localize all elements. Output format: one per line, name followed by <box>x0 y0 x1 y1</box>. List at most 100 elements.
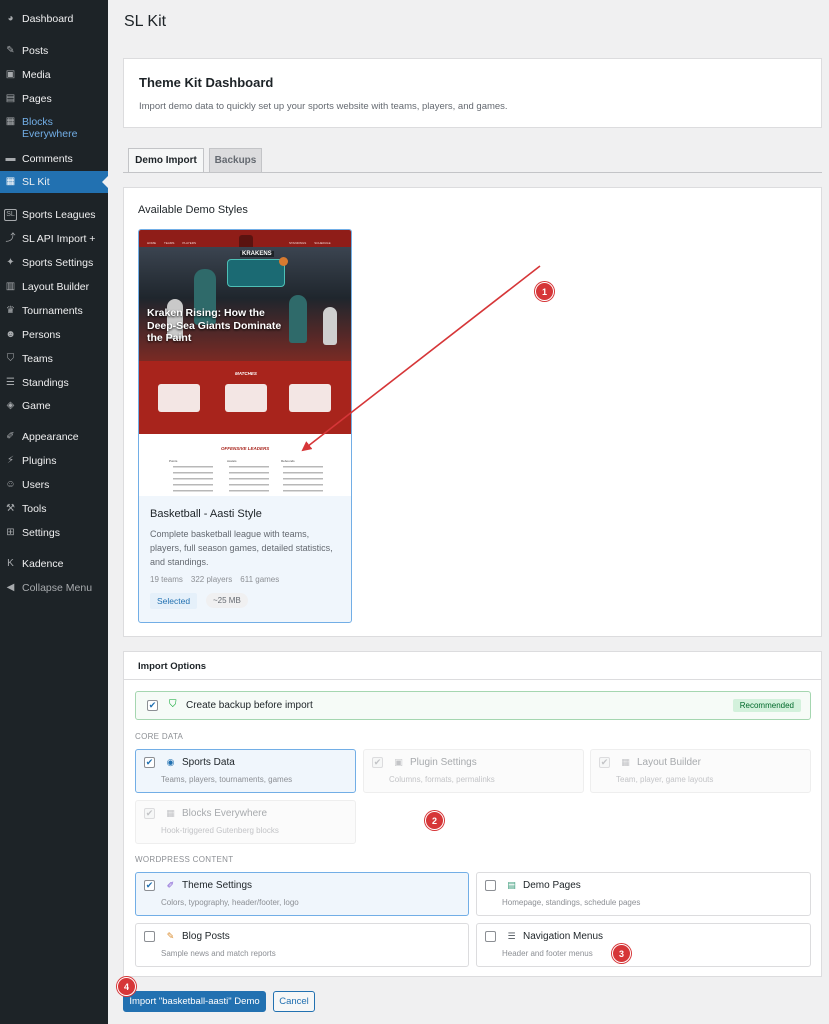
sidebar-item-settings[interactable]: ⊞ Settings <box>0 527 108 539</box>
preview-matches-label: MATCHES <box>235 371 257 376</box>
sidebar-item-label: Standings <box>22 377 69 389</box>
sidebar-item-teams[interactable]: ⛉ Teams <box>0 353 108 365</box>
plugin-icon: ⚡ <box>6 455 15 466</box>
blocks-everywhere-checkbox: ✔ <box>144 808 155 819</box>
blog-posts-desc: Sample news and match reports <box>161 949 276 958</box>
sidebar-item-users[interactable]: ☺ Users <box>0 479 108 491</box>
backup-checkbox[interactable]: ✔ <box>147 700 158 711</box>
sidebar-item-label: Kadence <box>22 558 64 570</box>
sidebar-item-label: Plugins <box>22 455 57 467</box>
backup-option[interactable]: ✔ ⛉ Create backup before import Recommen… <box>135 691 811 720</box>
demo-stat-teams: 19 teams <box>150 575 183 584</box>
preview-leaders-section: OFFENSIVE LEADERS Points Assists Rebound… <box>139 434 351 496</box>
pin-icon: ✎ <box>6 45 15 56</box>
sidebar-item-dashboard[interactable]: ◕ Dashboard <box>0 13 108 25</box>
tool-icon: ⚒ <box>6 503 15 514</box>
globe-icon: ◉ <box>166 757 175 767</box>
blog-posts-checkbox[interactable] <box>144 931 155 942</box>
admin-sidebar: ◕ Dashboard ✎ Posts ▣ Media ▤ Pages ▦ Blocks Ever… <box>0 0 108 1024</box>
demo-styles-card: Available Demo Styles HOME TEAMS PLAYERS… <box>123 187 822 637</box>
sidebar-item-label: Sports Settings <box>22 257 94 269</box>
preview-nav-item: STANDINGS <box>289 241 307 245</box>
pages-icon: ▤ <box>507 880 516 890</box>
sidebar-item-game[interactable]: ◈ Game <box>0 400 108 412</box>
size-badge: ~25 MB <box>206 593 248 608</box>
wordpress-content-section-label: WORDPRESS CONTENT <box>135 855 234 864</box>
sidebar-item-tournaments[interactable]: ♛ Tournaments <box>0 305 108 317</box>
trophy-icon: ♛ <box>6 305 15 316</box>
import-demo-button[interactable]: Import "basketball-aasti" Demo <box>123 991 266 1012</box>
navigation-menus-checkbox[interactable] <box>485 931 496 942</box>
sidebar-item-kadence[interactable]: K Kadence <box>0 558 108 570</box>
demo-stat-games: 611 games <box>240 575 280 584</box>
preview-col-head: Assists <box>227 459 237 463</box>
import-options-heading: Import Options <box>138 661 207 672</box>
sidebar-item-sports-settings[interactable]: ✦ Sports Settings <box>0 257 108 269</box>
preview-leaders-label: OFFENSIVE LEADERS <box>221 446 270 451</box>
sidebar-item-label: Posts <box>22 45 49 57</box>
sidebar-item-comments[interactable]: ▬ Comments <box>0 153 108 165</box>
layout-builder-label: Layout Builder <box>637 757 701 768</box>
demo-card-title: Basketball - Aasti Style <box>150 508 262 520</box>
shield-icon: ⛉ <box>169 699 177 710</box>
option-demo-pages[interactable]: ▤ Demo Pages Homepage, standings, schedul… <box>476 872 811 916</box>
sidebar-item-label: Media <box>22 69 51 81</box>
demo-pages-checkbox[interactable] <box>485 880 496 891</box>
sidebar-item-collapse-menu[interactable]: ◀ Collapse Menu <box>0 582 108 594</box>
preview-match-card <box>158 384 200 412</box>
demo-card-description: Complete basketball league with teams, p… <box>150 529 333 567</box>
sidebar-item-pages[interactable]: ▤ Pages <box>0 93 108 105</box>
sidebar-item-label: Settings <box>22 527 60 539</box>
import-icon: ⤴ <box>5 233 16 244</box>
sidebar-item-label: Pages <box>22 93 52 105</box>
layout-builder-desc: Team, player, game layouts <box>616 775 714 784</box>
preview-col-head: Rebounds <box>281 459 295 463</box>
preview-leader-list <box>173 466 213 496</box>
sidebar-item-media[interactable]: ▣ Media <box>0 69 108 81</box>
list-icon: ☰ <box>6 377 15 388</box>
sidebar-item-appearance[interactable]: ✐ Appearance <box>0 431 108 443</box>
sl-icon: SL <box>4 209 17 221</box>
kit-icon: ▦ <box>5 176 16 187</box>
sidebar-item-standings[interactable]: ☰ Standings <box>0 377 108 389</box>
cancel-button[interactable]: Cancel <box>273 991 315 1012</box>
sidebar-item-plugins[interactable]: ⚡ Plugins <box>0 455 108 467</box>
theme-settings-checkbox[interactable]: ✔ <box>144 880 155 891</box>
sidebar-item-posts[interactable]: ✎ Posts <box>0 45 108 57</box>
option-blog-posts[interactable]: ✎ Blog Posts Sample news and match report… <box>135 923 469 967</box>
sidebar-item-persons[interactable]: ☻ Persons <box>0 329 108 341</box>
sidebar-item-layout-builder[interactable]: ▥ Layout Builder <box>0 281 108 293</box>
main-content: SL Kit Theme Kit Dashboard Import demo d… <box>108 0 829 1024</box>
tab-backups[interactable]: Backups <box>209 148 262 172</box>
sidebar-item-sports-leagues[interactable]: SL Sports Leagues <box>0 209 108 221</box>
brush-icon: ✐ <box>6 431 15 442</box>
kadence-icon: K <box>7 558 14 569</box>
layout-builder-checkbox: ✔ <box>599 757 610 768</box>
sidebar-item-tools[interactable]: ⚒ Tools <box>0 503 108 515</box>
preview-arena-sign <box>227 259 285 287</box>
option-sports-data[interactable]: ✔ ◉ Sports Data Teams, players, tournament… <box>135 749 356 793</box>
backup-label: Create backup before import <box>186 700 313 711</box>
sports-data-checkbox[interactable]: ✔ <box>144 757 155 768</box>
tab-demo-import[interactable]: Demo Import <box>128 148 204 172</box>
media-icon: ▣ <box>5 69 16 80</box>
sidebar-item-label: Collapse Menu <box>22 582 93 594</box>
demo-card-basketball[interactable]: HOME TEAMS PLAYERS STANDINGS SCHEDULE KR… <box>138 229 352 623</box>
theme-settings-desc: Colors, typography, header/footer, logo <box>161 898 299 907</box>
settings-icon: ⊞ <box>6 527 15 538</box>
sidebar-item-sl-kit[interactable]: ▦ SL Kit <box>0 171 108 193</box>
layout-icon: ▦ <box>621 757 630 767</box>
core-data-section-label: CORE DATA <box>135 732 184 741</box>
preview-col-head: Points <box>169 459 178 463</box>
option-layout-builder: ✔ ▦ Layout Builder Team, player, game layo… <box>590 749 811 793</box>
blocks-everywhere-label: Blocks Everywhere <box>182 808 268 819</box>
game-icon: ◈ <box>6 400 15 411</box>
menu-icon: ☰ <box>507 931 516 941</box>
sidebar-item-sl-api-import[interactable]: ⤴ SL API Import + <box>0 233 108 245</box>
option-navigation-menus[interactable]: ☰ Navigation Menus Header and footer menu… <box>476 923 811 967</box>
sidebar-item-blocks-everywhere[interactable]: ▦ Blocks Everywhere <box>0 116 108 140</box>
pin-icon: ✎ <box>166 931 175 941</box>
plugin-settings-checkbox: ✔ <box>372 757 383 768</box>
option-theme-settings[interactable]: ✔ ✐ Theme Settings Colors, typography, hea… <box>135 872 469 916</box>
import-demo-button-label: Import "basketball-aasti" Demo <box>129 996 260 1007</box>
